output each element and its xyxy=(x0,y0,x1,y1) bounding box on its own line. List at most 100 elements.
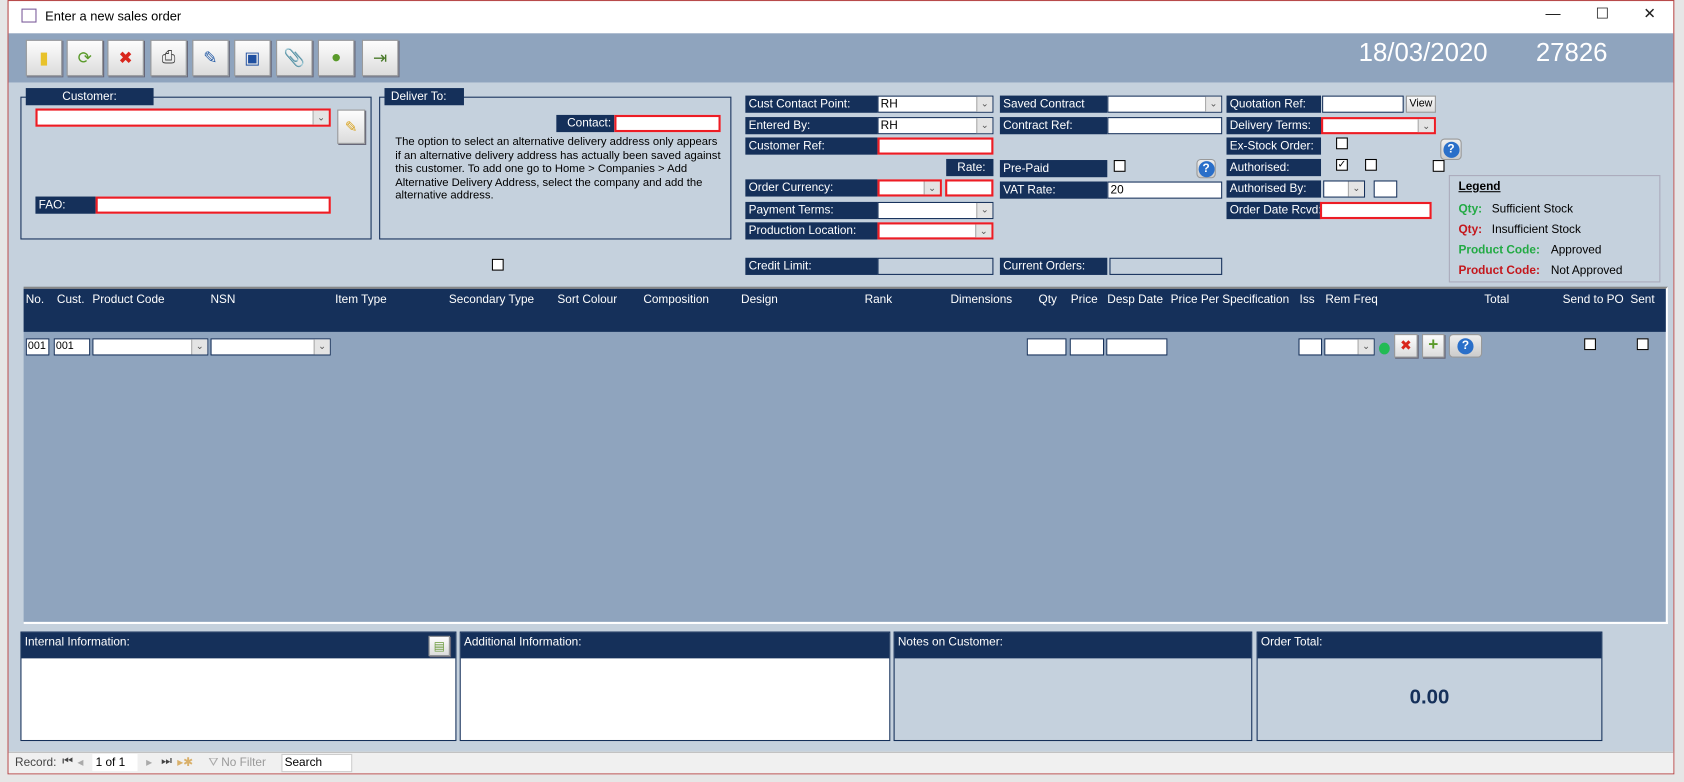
column-header[interactable]: Iss xyxy=(1300,293,1315,306)
chevron-down-icon[interactable]: ⌄ xyxy=(976,202,993,219)
next-record-button[interactable]: ▸ xyxy=(146,755,152,769)
column-header[interactable]: Secondary Type xyxy=(449,293,534,306)
quotation-ref-input[interactable] xyxy=(1322,95,1404,113)
attach-button[interactable]: 📎 xyxy=(276,39,313,77)
previous-record-button[interactable]: ◂ xyxy=(77,755,83,769)
minimize-button[interactable]: — xyxy=(1540,4,1566,21)
last-record-button[interactable]: ⏭ xyxy=(161,755,172,769)
column-header[interactable]: Price Per xyxy=(1171,293,1220,306)
refresh-button[interactable]: ⟳ xyxy=(66,39,104,77)
sent-checkbox[interactable] xyxy=(1636,338,1649,351)
cust-contact-point-combo[interactable]: RH ⌄ xyxy=(877,95,994,113)
chevron-down-icon[interactable]: ⌄ xyxy=(1417,119,1434,133)
contact-input[interactable] xyxy=(614,114,721,133)
pre-paid-checkbox[interactable] xyxy=(1113,160,1126,172)
chevron-down-icon[interactable]: ⌄ xyxy=(1347,181,1364,197)
authorised-by-label: Authorised By: xyxy=(1226,180,1322,198)
contract-ref-input[interactable] xyxy=(1107,117,1223,135)
checkbox[interactable] xyxy=(1432,160,1445,172)
row-no[interactable]: 001 xyxy=(25,338,50,356)
internal-information-panel[interactable]: Internal Information: ▤ xyxy=(20,631,457,742)
column-header[interactable]: Sent xyxy=(1630,293,1654,306)
print-button[interactable]: ⎙ xyxy=(150,39,187,77)
chevron-down-icon[interactable]: ⌄ xyxy=(1205,96,1222,112)
column-header[interactable]: No. xyxy=(26,293,44,306)
delete-button[interactable]: ✖ xyxy=(107,39,144,77)
chevron-down-icon[interactable]: ⌄ xyxy=(1357,339,1374,355)
delivery-terms-combo[interactable]: ⌄ xyxy=(1321,117,1436,135)
column-header[interactable]: Desp Date xyxy=(1107,293,1163,306)
edit-button[interactable]: ✎ xyxy=(192,39,229,77)
contact-button[interactable]: ● xyxy=(317,39,355,77)
new-note-button[interactable]: ▮ xyxy=(25,39,63,77)
payment-terms-combo[interactable]: ⌄ xyxy=(877,201,994,220)
vat-rate-input[interactable]: 20 xyxy=(1107,181,1223,199)
entered-by-combo[interactable]: RH ⌄ xyxy=(877,117,994,135)
no-filter-button[interactable]: No Filter xyxy=(221,756,266,769)
column-header[interactable]: Cust. xyxy=(57,293,85,306)
column-header[interactable]: Product Code xyxy=(92,293,164,306)
customer-ref-input[interactable] xyxy=(877,137,994,155)
edit-customer-button[interactable]: ✎ xyxy=(337,109,366,144)
delete-row-button[interactable]: ✖ xyxy=(1394,334,1418,358)
fao-input[interactable] xyxy=(95,196,331,214)
pre-paid-help-button[interactable]: ? xyxy=(1196,158,1216,179)
column-header[interactable]: Item Type xyxy=(335,293,387,306)
desp-date-input[interactable] xyxy=(1106,338,1168,356)
column-header[interactable]: Composition xyxy=(643,293,709,306)
search-input[interactable]: Search xyxy=(281,753,353,773)
checkbox[interactable] xyxy=(1365,158,1377,171)
record-position-input[interactable]: 1 of 1 xyxy=(92,753,138,772)
send-to-po-checkbox[interactable] xyxy=(1584,338,1596,351)
column-header[interactable]: Dimensions xyxy=(950,293,1012,306)
chevron-down-icon[interactable]: ⌄ xyxy=(312,110,329,125)
column-header[interactable]: Sort Colour xyxy=(557,293,617,306)
product-code-combo[interactable]: ⌄ xyxy=(92,338,209,356)
authorised-help-button[interactable]: ? xyxy=(1440,138,1462,161)
order-date-rcvd-input[interactable] xyxy=(1319,201,1432,220)
customer-combo[interactable]: ⌄ xyxy=(35,108,331,127)
chevron-down-icon[interactable]: ⌄ xyxy=(976,96,993,112)
view-quotation-button[interactable]: View xyxy=(1405,95,1436,113)
order-currency-combo[interactable]: ⌄ xyxy=(877,179,942,197)
column-header[interactable]: Qty xyxy=(1039,293,1057,306)
production-location-combo[interactable]: ⌄ xyxy=(877,222,994,240)
authorised-checkbox[interactable]: ✓ xyxy=(1336,158,1348,171)
rem-freq-combo[interactable]: ⌄ xyxy=(1324,338,1375,356)
checkbox[interactable] xyxy=(491,258,504,271)
chevron-down-icon[interactable]: ⌄ xyxy=(191,339,208,355)
price-input[interactable] xyxy=(1069,338,1105,356)
new-record-button[interactable]: ▸✱ xyxy=(177,755,193,769)
qty-input[interactable] xyxy=(1026,338,1067,356)
chevron-down-icon[interactable]: ⌄ xyxy=(923,181,940,195)
column-header[interactable]: Price xyxy=(1071,293,1098,306)
row-cust[interactable]: 001 xyxy=(53,338,91,356)
row-help-button[interactable]: ? xyxy=(1448,334,1483,358)
column-header[interactable]: Specification xyxy=(1222,293,1289,306)
ex-stock-order-checkbox[interactable] xyxy=(1336,137,1348,150)
close-button[interactable]: ✕ xyxy=(1637,4,1663,22)
column-header[interactable]: Rem Freq xyxy=(1325,293,1378,306)
column-header[interactable]: NSN xyxy=(211,293,236,306)
ex-stock-order-label: Ex-Stock Order: xyxy=(1226,137,1322,155)
chevron-down-icon[interactable]: ⌄ xyxy=(313,339,330,355)
additional-information-panel[interactable]: Additional Information: xyxy=(459,631,891,742)
authorised-by-combo[interactable]: ⌄ xyxy=(1323,180,1366,198)
iss-input[interactable] xyxy=(1298,338,1323,356)
column-header[interactable]: Design xyxy=(741,293,778,306)
first-record-button[interactable]: ⏮ xyxy=(62,755,73,769)
column-header[interactable]: Rank xyxy=(865,293,893,306)
chevron-down-icon[interactable]: ⌄ xyxy=(976,118,993,134)
maximize-button[interactable]: ☐ xyxy=(1590,4,1616,22)
nsn-combo[interactable]: ⌄ xyxy=(210,338,331,356)
column-header[interactable]: Send to PO xyxy=(1563,293,1624,306)
authorised-by-extra-input[interactable] xyxy=(1373,180,1398,198)
add-note-button[interactable]: ▤ xyxy=(428,635,451,657)
saved-contract-combo[interactable]: ⌄ xyxy=(1107,95,1223,113)
export-button[interactable]: ⇥ xyxy=(361,39,399,77)
add-row-button[interactable]: + xyxy=(1421,334,1445,358)
column-header[interactable]: Total xyxy=(1484,293,1509,306)
chevron-down-icon[interactable]: ⌄ xyxy=(975,224,992,238)
save-button[interactable]: ▣ xyxy=(234,39,271,77)
rate-input[interactable] xyxy=(945,179,994,197)
